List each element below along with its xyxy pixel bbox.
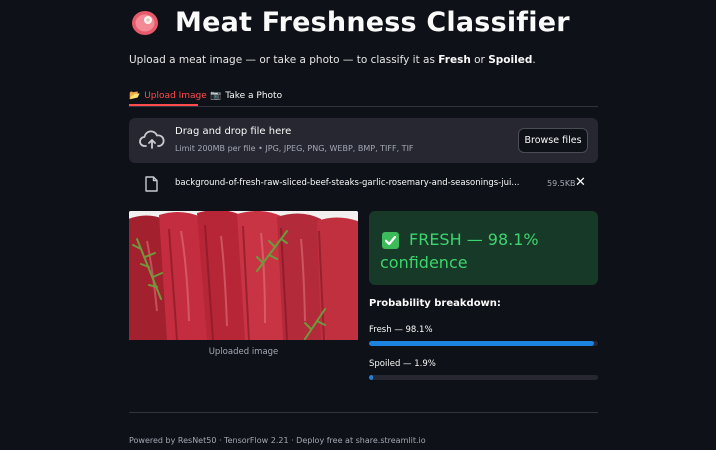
fresh-probability-label: Fresh — 98.1% [369, 325, 433, 335]
uploaded-image [129, 211, 358, 340]
close-icon[interactable]: ✕ [575, 175, 586, 190]
subtitle-spoiled: Spoiled [488, 54, 533, 66]
page-subtitle: Upload a meat image — or take a photo — … [129, 54, 536, 66]
dropzone-title: Drag and drop file here [175, 126, 292, 137]
tab-upload-image[interactable]: 📂 Upload Image [129, 87, 207, 105]
breakdown-title: Probability breakdown: [369, 298, 501, 309]
file-name: background-of-fresh-raw-sliced-beef-stea… [175, 178, 520, 188]
folder-icon: 📂 [129, 91, 141, 101]
fresh-progress-bar [369, 341, 598, 346]
dropzone-limits: Limit 200MB per file • JPG, JPEG, PNG, W… [175, 144, 414, 153]
footer-text: Powered by ResNet50 · TensorFlow 2.21 · … [129, 436, 426, 445]
cloud-upload-icon [139, 130, 165, 149]
footer-divider [129, 412, 598, 413]
file-icon [145, 176, 158, 192]
check-icon [382, 232, 399, 249]
camera-icon: 📷 [210, 91, 222, 101]
uploaded-file-row: background-of-fresh-raw-sliced-beef-stea… [129, 172, 598, 196]
meat-photo [129, 211, 358, 340]
file-size: 59.5KB [547, 179, 576, 188]
spoiled-progress-fill [369, 375, 374, 380]
meat-icon [132, 11, 158, 35]
spoiled-progress-bar [369, 375, 598, 380]
subtitle-fresh: Fresh [438, 54, 471, 66]
fresh-progress-fill [369, 341, 594, 346]
page-header: Meat Freshness Classifier [129, 6, 570, 38]
tab-bar: 📂 Upload Image 📷 Take a Photo [129, 85, 598, 107]
spoiled-probability-label: Spoiled — 1.9% [369, 359, 436, 369]
browse-files-button[interactable]: Browse files [518, 128, 588, 153]
tab-photo-label: Take a Photo [225, 91, 283, 101]
tab-take-photo[interactable]: 📷 Take a Photo [210, 87, 282, 105]
image-caption: Uploaded image [208, 347, 279, 357]
subtitle-prefix: Upload a meat image — or take a photo — … [129, 54, 439, 66]
page-title: Meat Freshness Classifier [175, 6, 570, 38]
active-tab-indicator [129, 104, 198, 106]
file-dropzone[interactable]: Drag and drop file here Limit 200MB per … [129, 118, 598, 163]
result-confidence: confidence [380, 253, 468, 272]
result-label: FRESH — 98.1% [409, 230, 539, 249]
subtitle-suffix: . [532, 54, 536, 66]
subtitle-middle: or [470, 54, 489, 66]
prediction-result: FRESH — 98.1% confidence [369, 211, 598, 285]
tab-upload-label: Upload Image [144, 91, 207, 101]
